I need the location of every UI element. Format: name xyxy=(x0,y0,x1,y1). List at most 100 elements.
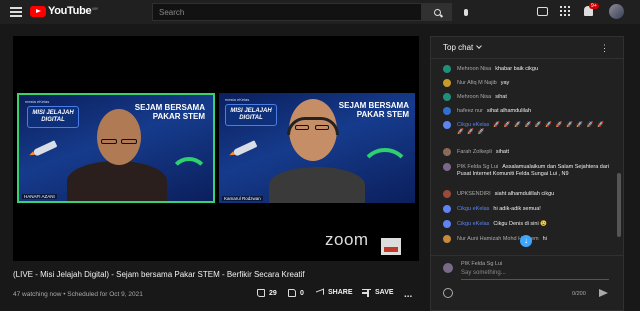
panel-title: SEJAM BERSAMA PAKAR STEM xyxy=(338,101,409,119)
rocket-icon xyxy=(32,140,58,157)
save-button[interactable]: SAVE xyxy=(362,289,394,297)
chat-message: Cikgu eKelas hi adik-adik semua! xyxy=(443,205,615,213)
speaker-name-tag: HANAFI AZANI xyxy=(22,194,57,199)
avatar xyxy=(443,79,451,87)
emoji-icon[interactable] xyxy=(443,288,453,298)
chat-message: Farah Zolkepli sihatt xyxy=(443,148,615,156)
video-meta: 47 watching now • Scheduled for Oct 9, 2… xyxy=(13,291,143,298)
chat-composer: PIK Felda Sg Lui Say something... 0/200 xyxy=(431,255,623,310)
chat-author[interactable]: Farah Zolkepli xyxy=(457,149,492,155)
share-button[interactable]: SHARE xyxy=(316,288,353,297)
avatar xyxy=(443,163,451,171)
dislike-button[interactable]: 0 xyxy=(288,289,304,297)
account-avatar[interactable] xyxy=(609,4,624,19)
glasses xyxy=(121,139,137,144)
chat-message: Cikgu eKelas Cikgu Denis di sini 😉 xyxy=(443,220,615,228)
chat-text: siaht alhamdulillah cikgu xyxy=(494,191,555,197)
jump-to-latest-button[interactable]: ↓ xyxy=(520,235,532,247)
chat-more-icon[interactable]: ⋮ xyxy=(600,43,609,54)
dislike-count: 0 xyxy=(300,289,304,297)
playlist-add-icon xyxy=(362,289,371,297)
sponsor-logos: mesta eKelas xyxy=(25,99,50,104)
zoom-logo: zoom xyxy=(325,230,369,249)
youtube-play-icon xyxy=(30,5,46,17)
video-player[interactable]: mesta eKelas MISI JELAJAH DIGITAL SEJAM … xyxy=(13,36,419,261)
logo-region: MY xyxy=(92,5,99,11)
live-chat: Top chat ⋮ Mehroon Nisa khabar baik cikgu… xyxy=(430,36,624,311)
composer-author: PIK Felda Sg Lui xyxy=(461,261,503,267)
chat-author[interactable]: UPKSENDIRI xyxy=(457,191,491,197)
chat-author[interactable]: Cikgu eKelas xyxy=(457,206,489,212)
chat-input[interactable]: Say something... xyxy=(461,270,609,280)
chat-message: Mehroon Nisa khabar baik cikgu xyxy=(443,65,615,73)
thumbs-down-icon xyxy=(288,289,296,297)
chat-text: Cikgu Denis di sini 😉 xyxy=(493,221,548,227)
chat-author[interactable]: Nur Afiq M Najib xyxy=(457,80,497,86)
panel-title: SEJAM BERSAMA PAKAR STEM xyxy=(134,103,205,121)
swirl-graphic xyxy=(169,157,209,197)
sponsor-logos: mesta eKelas xyxy=(225,97,250,102)
chat-text: sihatt xyxy=(495,149,510,155)
speaker-body xyxy=(269,167,365,203)
chat-author[interactable]: Cikgu eKelas xyxy=(457,122,489,128)
video-title: (LIVE - Misi Jelajah Digital) - Sejam be… xyxy=(13,270,305,279)
chat-text: yay xyxy=(500,80,510,86)
chat-message: Nur Afiq M Najib yay xyxy=(443,79,615,87)
apps-grid-icon[interactable] xyxy=(560,6,570,16)
chat-text: khabar baik cikgu xyxy=(495,66,539,72)
chat-scrollbar[interactable] xyxy=(617,173,621,237)
voice-search-button[interactable] xyxy=(459,5,473,19)
avatar xyxy=(443,220,451,228)
chat-mode-selector[interactable]: Top chat xyxy=(431,37,623,59)
search-input[interactable]: Search xyxy=(152,3,422,21)
avatar xyxy=(443,121,451,129)
flag-icon xyxy=(381,238,401,255)
mission-badge: MISI JELAJAH DIGITAL xyxy=(27,106,79,128)
chat-author[interactable]: hafeez nur xyxy=(457,108,483,114)
character-counter: 0/200 xyxy=(572,291,586,297)
speaker-body xyxy=(67,161,167,201)
more-actions-button[interactable]: ... xyxy=(404,289,412,300)
chat-message: Cikgu eKelas 🚀 🚀 🚀 🚀 🚀 🚀 🚀 🚀 🚀 🚀 🚀 🚀 🚀 🚀 xyxy=(443,121,615,136)
avatar xyxy=(443,205,451,213)
menu-icon[interactable] xyxy=(10,7,22,17)
send-icon[interactable] xyxy=(599,289,608,297)
mission-badge: MISI JELAJAH DIGITAL xyxy=(225,104,277,126)
save-label: SAVE xyxy=(375,289,394,296)
headphones xyxy=(287,117,339,135)
speaker-name-tag: Kamarul Rodzwan xyxy=(222,196,263,201)
chat-message: Mehroon Nisa sihat xyxy=(443,93,615,101)
chat-author[interactable]: Mehroon Nisa xyxy=(457,66,491,72)
avatar xyxy=(443,93,451,101)
like-button[interactable]: 29 xyxy=(257,289,277,297)
avatar xyxy=(443,235,451,243)
speaker-head xyxy=(97,109,141,165)
chat-message: UPKSENDIRI siaht alhamdulillah cikgu xyxy=(443,190,615,198)
search-button[interactable] xyxy=(422,3,452,21)
speaker-panel-left: mesta eKelas MISI JELAJAH DIGITAL SEJAM … xyxy=(17,93,215,203)
avatar xyxy=(443,190,451,198)
chat-text: sihat alhamdulilah xyxy=(487,108,532,114)
chat-text: hi adik-adik semua! xyxy=(493,206,541,212)
chat-author[interactable]: Cikgu eKelas xyxy=(457,221,489,227)
chat-mode-label: Top chat xyxy=(443,43,474,52)
like-count: 29 xyxy=(269,289,277,297)
chat-author[interactable]: PIK Felda Sg Lui xyxy=(457,164,498,170)
search-icon xyxy=(433,8,441,16)
chevron-down-icon xyxy=(476,43,483,49)
logo-text: YouTube xyxy=(48,5,92,17)
create-video-icon[interactable] xyxy=(537,7,548,16)
avatar xyxy=(443,148,451,156)
share-label: SHARE xyxy=(328,289,353,296)
avatar xyxy=(443,263,453,273)
chat-message-list: Mehroon Nisa khabar baik cikgu Nur Afiq M … xyxy=(431,61,617,255)
rocket-icon xyxy=(232,140,258,157)
chat-message: PIK Felda Sg Lui Assalamualaikum dan Sala… xyxy=(443,163,615,178)
chat-author[interactable]: Mehroon Nisa xyxy=(457,94,491,100)
youtube-logo[interactable]: YouTube MY xyxy=(30,5,98,17)
chat-message: hafeez nur sihat alhamdulilah xyxy=(443,107,615,115)
avatar xyxy=(443,65,451,73)
speaker-panel-right: mesta eKelas MISI JELAJAH DIGITAL SEJAM … xyxy=(219,93,415,203)
notification-badge: 9+ xyxy=(589,3,599,9)
thumbs-up-icon xyxy=(257,289,265,297)
